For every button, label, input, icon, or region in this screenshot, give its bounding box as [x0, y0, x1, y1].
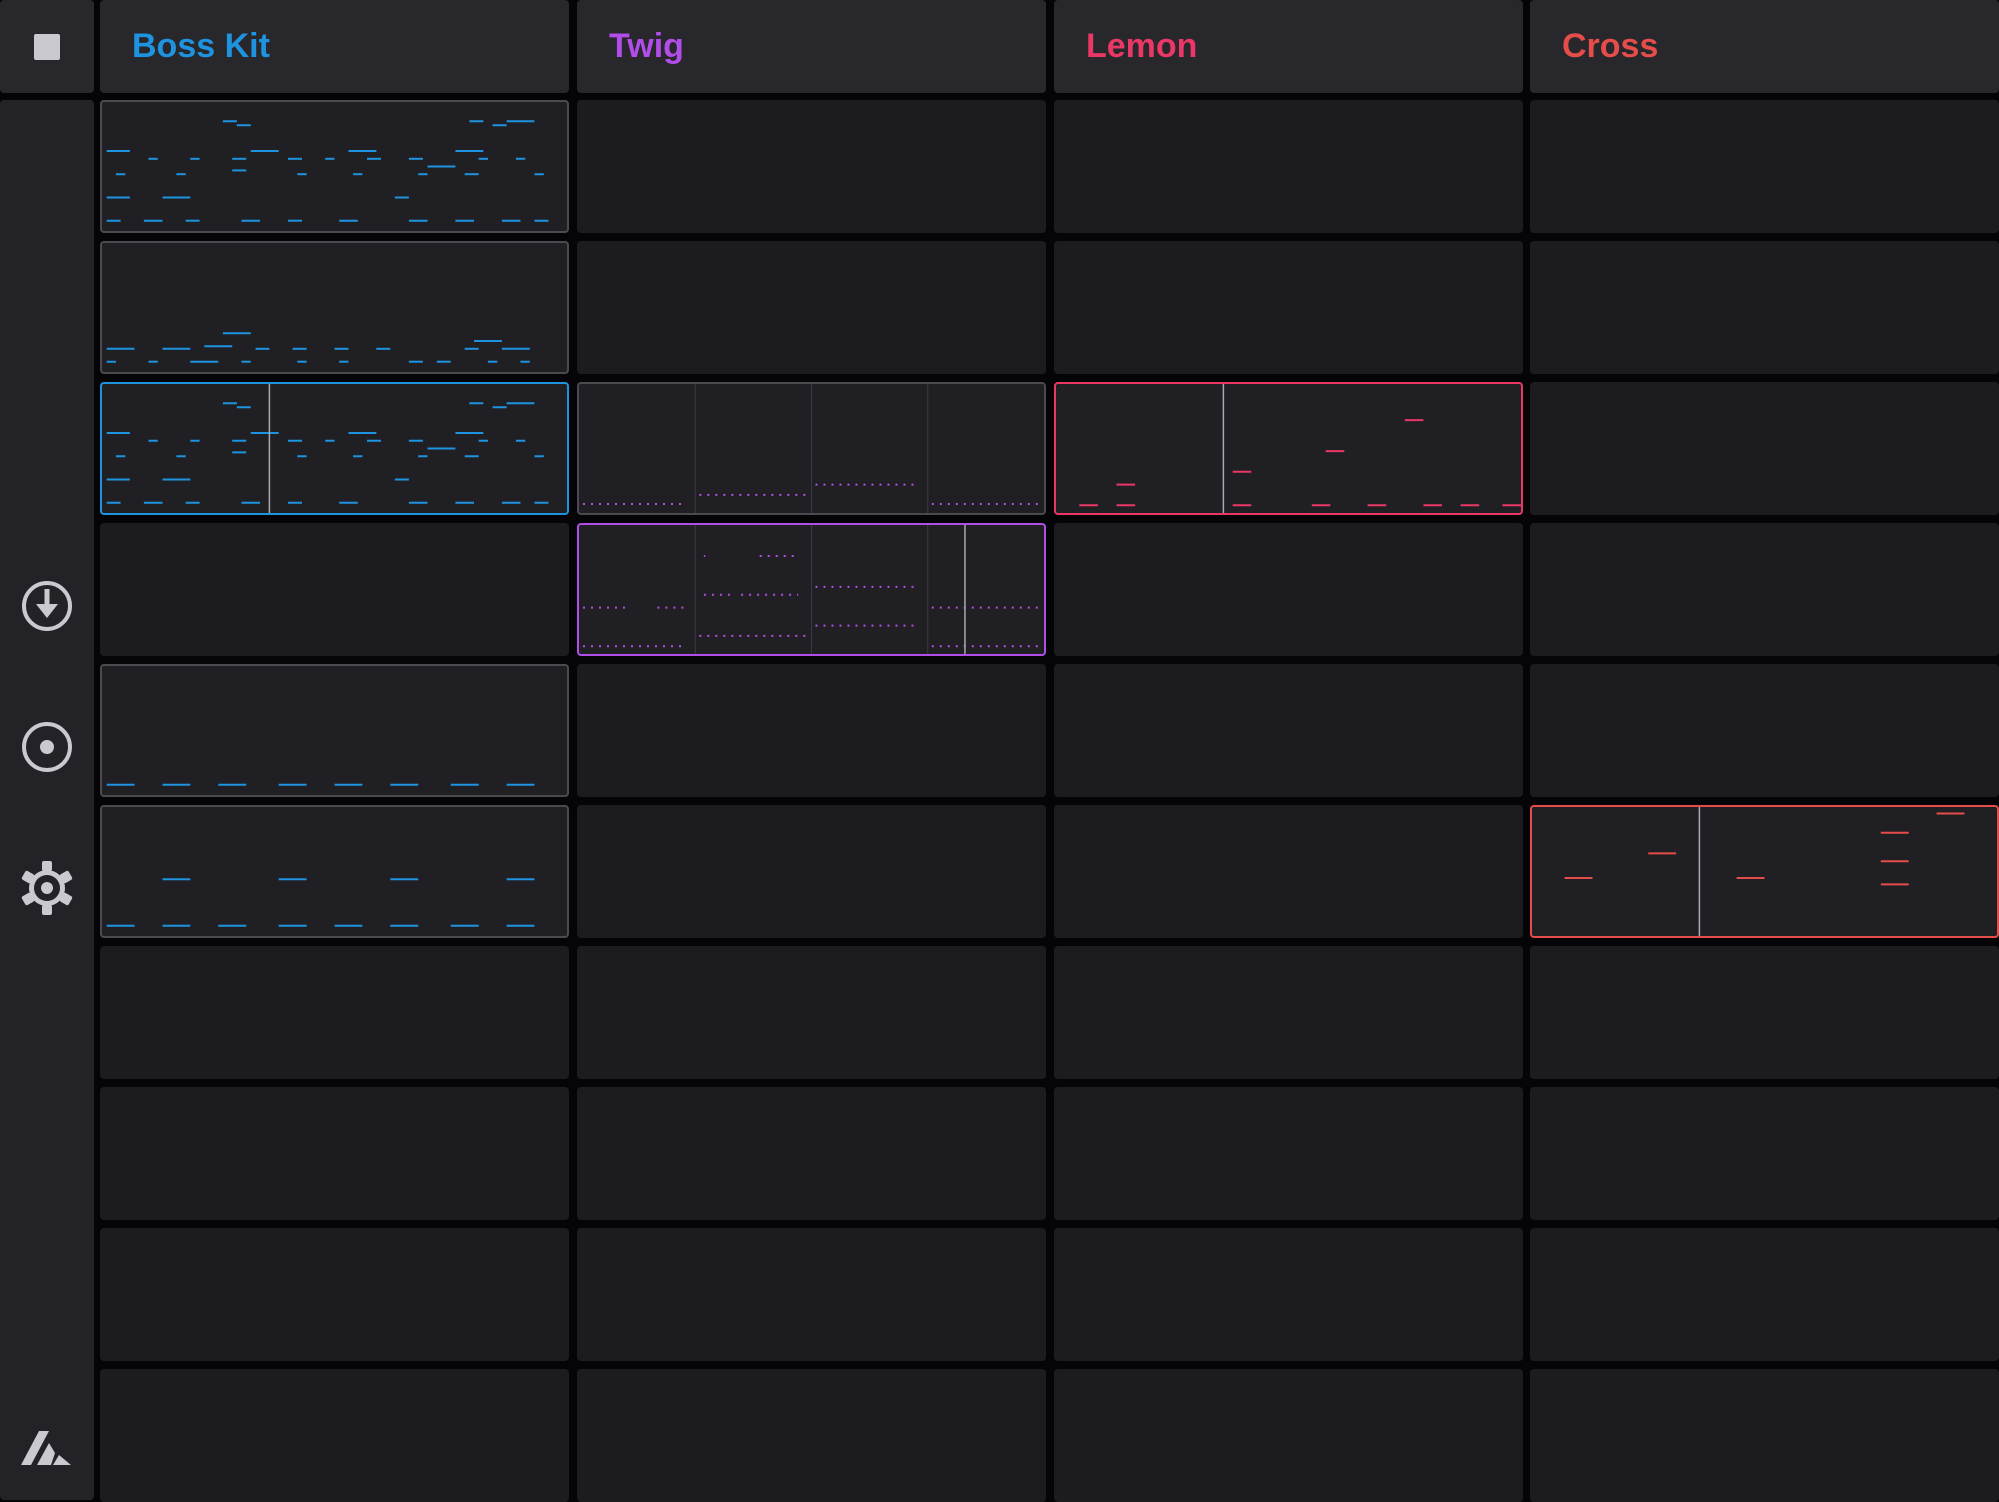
clip-notes — [106, 878, 535, 927]
clip-notes — [583, 384, 1040, 513]
track-header[interactable]: Lemon — [1054, 0, 1523, 93]
empty-clip-slot[interactable] — [577, 1228, 1046, 1361]
capture-button[interactable] — [17, 576, 77, 636]
ableton-logo-icon — [21, 1431, 71, 1465]
clip[interactable] — [100, 664, 569, 797]
clip[interactable] — [100, 241, 569, 374]
track-header[interactable]: Cross — [1530, 0, 1999, 93]
session-view: Boss Kit Twig Lemon Cross — [0, 0, 1999, 1502]
clip-notes — [106, 120, 549, 222]
stop-icon — [34, 33, 60, 60]
clip-notes — [106, 332, 530, 363]
empty-clip-slot[interactable] — [1530, 523, 1999, 656]
empty-clip-slot[interactable] — [577, 946, 1046, 1079]
empty-clip-slot[interactable] — [577, 805, 1046, 938]
clip-notes — [106, 783, 535, 786]
empty-clip-slot[interactable] — [1054, 1087, 1523, 1220]
settings-gear-icon — [21, 861, 73, 915]
empty-clip-slot[interactable] — [1054, 664, 1523, 797]
settings-button[interactable] — [17, 858, 77, 918]
playing-clip[interactable] — [577, 523, 1046, 656]
empty-clip-slot[interactable] — [1530, 1369, 1999, 1502]
empty-clip-slot[interactable] — [1530, 664, 1999, 797]
empty-clip-slot[interactable] — [1054, 946, 1523, 1079]
sidebar-panel — [0, 100, 94, 1500]
empty-clip-slot[interactable] — [1054, 100, 1523, 233]
track-name: Lemon — [1086, 27, 1198, 65]
empty-clip-slot[interactable] — [1054, 1369, 1523, 1502]
empty-clip-slot[interactable] — [1054, 241, 1523, 374]
sidebar — [0, 0, 94, 1500]
track-name: Cross — [1562, 27, 1659, 65]
empty-clip-slot[interactable] — [577, 664, 1046, 797]
empty-clip-slot[interactable] — [1530, 946, 1999, 1079]
empty-clip-slot[interactable] — [577, 100, 1046, 233]
empty-clip-slot[interactable] — [1054, 1228, 1523, 1361]
empty-clip-slot[interactable] — [577, 241, 1046, 374]
empty-clip-slot[interactable] — [577, 1369, 1046, 1502]
empty-clip-slot[interactable] — [577, 1087, 1046, 1220]
playing-clip[interactable] — [100, 382, 569, 515]
clip[interactable] — [577, 382, 1046, 515]
clip[interactable] — [100, 805, 569, 938]
empty-clip-slot[interactable] — [1530, 1228, 1999, 1361]
track-header[interactable]: Boss Kit — [100, 0, 569, 93]
record-icon — [22, 722, 72, 772]
empty-clip-slot[interactable] — [1530, 382, 1999, 515]
clip[interactable] — [100, 100, 569, 233]
empty-clip-slot[interactable] — [100, 1369, 569, 1502]
download-icon — [22, 581, 72, 631]
clip-notes — [1564, 807, 1965, 936]
empty-clip-slot[interactable] — [1530, 1087, 1999, 1220]
empty-clip-slot[interactable] — [1530, 100, 1999, 233]
empty-clip-slot[interactable] — [100, 1087, 569, 1220]
playing-clip[interactable] — [1054, 382, 1523, 515]
empty-clip-slot[interactable] — [1530, 241, 1999, 374]
track-name: Twig — [609, 27, 684, 65]
empty-clip-slot[interactable] — [100, 523, 569, 656]
playing-clip[interactable] — [1530, 805, 1999, 938]
track-name: Boss Kit — [132, 27, 270, 65]
empty-clip-slot[interactable] — [1054, 805, 1523, 938]
empty-clip-slot[interactable] — [100, 946, 569, 1079]
empty-clip-slot[interactable] — [1054, 523, 1523, 656]
clip-notes — [106, 384, 549, 513]
track-header[interactable]: Twig — [577, 0, 1046, 93]
record-button[interactable] — [17, 717, 77, 777]
clip-notes — [1079, 384, 1521, 513]
app-menu-button[interactable] — [17, 1419, 77, 1479]
stop-all-button[interactable] — [0, 0, 94, 93]
empty-clip-slot[interactable] — [100, 1228, 569, 1361]
clip-notes — [583, 525, 1040, 654]
